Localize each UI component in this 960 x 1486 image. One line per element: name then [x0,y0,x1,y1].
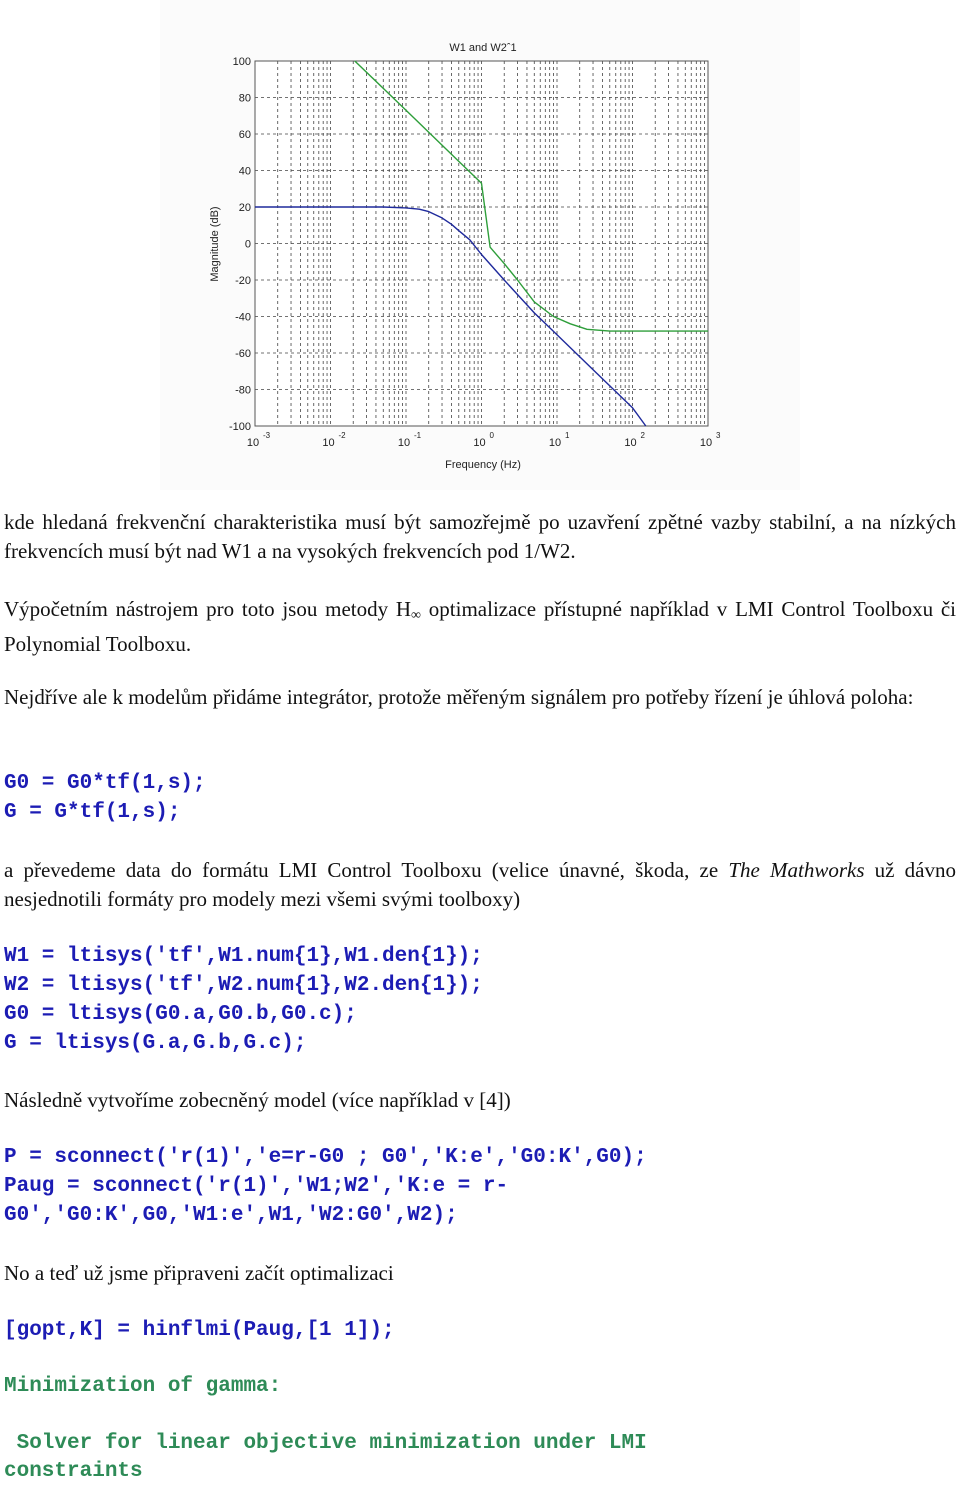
code-line: W1 = ltisys('tf',W1.num{1},W1.den{1}); [4,945,483,968]
y-tick-label: -60 [235,348,251,360]
x-tick-exponent: -3 [263,431,271,440]
console-output-minimization: Minimization of gamma: [4,1373,956,1401]
x-tick-label: 10 -2 [322,431,346,449]
x-tick-label: 10 -3 [247,431,271,449]
console-output-solver: Solver for linear objective minimization… [4,1430,956,1486]
x-tick-exponent: -2 [339,431,347,440]
code-line: Paug = sconnect('r(1)','W1;W2','K:e = r- [4,1175,509,1198]
x-tick-exponent: 0 [490,431,495,440]
code-line: G0','G0:K',G0,'W1:e',W1,'W2:G0',W2); [4,1204,458,1227]
code-block-hinflmi: [gopt,K] = hinflmi(Paug,[1 1]); [4,1316,956,1345]
code-line: G = G*tf(1,s); [4,801,181,824]
paragraph-2-text-start: Výpočetním nástrojem pro toto jsou metod… [4,597,412,621]
mathworks-name: The Mathworks [728,858,865,882]
y-tick-label: -80 [235,385,251,397]
code-line: G = ltisys(G.a,G.b,G.c); [4,1032,307,1055]
paragraph-ready-to-optimize: No a teď už jsme připraveni začít optima… [4,1261,394,1285]
code-line: P = sconnect('r(1)','e=r-G0 ; G0','K:e',… [4,1146,647,1169]
x-axis-label: Frequency (Hz) [445,459,521,471]
paragraph-integrator: Nejdříve ale k modelům přidáme integráto… [4,685,914,709]
paragraph-generalized-model: Následně vytvoříme zobecněný model (více… [4,1088,511,1112]
y-tick-label: 0 [245,239,251,251]
x-tick-exponent: 3 [716,431,721,440]
code-line: W2 = ltisys('tf',W2.num{1},W2.den{1}); [4,974,483,997]
output-line: Solver for linear objective minimization… [4,1432,647,1455]
code-line: G0 = G0*tf(1,s); [4,772,206,795]
x-tick-base: 10 [624,437,636,449]
y-tick-label: 40 [239,166,251,178]
x-tick-label: 10 2 [624,431,645,449]
x-tick-base: 10 [473,437,485,449]
x-tick-labels: 10 -3 10 -2 10 -1 10 0 10 1 10 2 10 3 [247,431,721,449]
paragraph-4-text-start: a převedeme data do formátu LMI Control … [4,858,729,882]
y-tick-label: 100 [233,56,251,68]
x-tick-base: 10 [247,437,259,449]
code-line: [gopt,K] = hinflmi(Paug,[1 1]); [4,1319,395,1342]
code-block-sconnect: P = sconnect('r(1)','e=r-G0 ; G0','K:e',… [4,1143,956,1230]
x-tick-label: 10 3 [700,431,721,449]
x-tick-label: 10 -1 [398,431,422,449]
chart-title: W1 and W2ˆ1 [449,42,516,54]
x-tick-base: 10 [549,437,561,449]
y-tick-label: -100 [229,421,251,433]
x-tick-exponent: -1 [414,431,422,440]
x-tick-base: 10 [322,437,334,449]
paragraph-lmi-format: a převedeme data do formátu LMI Control … [4,856,956,914]
bode-magnitude-figure: 100 80 60 40 20 0 -20 -40 -60 -80 -100 10 -3 10 -2 10-… [160,0,800,490]
bode-chart: 100806040200-20-40-60-80-100 10-310-210-… [209,42,721,471]
y-tick-label: 60 [239,129,251,141]
x-tick-label: 10 0 [473,431,494,449]
output-line: Minimization of gamma: [4,1375,282,1398]
y-tick-label: -20 [235,275,251,287]
x-tick-base: 10 [398,437,410,449]
x-tick-base: 10 [700,437,712,449]
y-axis-label: Magnitude (dB) [209,206,221,281]
paragraph-closed-loop-requirement: kde hledaná frekvenční charakteristika m… [4,510,956,563]
x-tick-label: 10 1 [549,431,570,449]
infinity-subscript: ∞ [411,608,422,623]
y-tick-labels: 100 80 60 40 20 0 -20 -40 -60 -80 -100 [229,56,251,433]
y-tick-label: 80 [239,93,251,105]
x-tick-exponent: 1 [565,431,570,440]
code-block-integrator: G0 = G0*tf(1,s); G = G*tf(1,s); [4,769,956,827]
y-tick-label: -40 [235,312,251,324]
x-tick-exponent: 2 [641,431,646,440]
code-block-ltisys: W1 = ltisys('tf',W1.num{1},W1.den{1}); W… [4,942,956,1058]
y-tick-label: 20 [239,202,251,214]
paragraph-h-infinity-tools: Výpočetním nástrojem pro toto jsou metod… [4,595,956,659]
code-line: G0 = ltisys(G0.a,G0.b,G0.c); [4,1003,357,1026]
